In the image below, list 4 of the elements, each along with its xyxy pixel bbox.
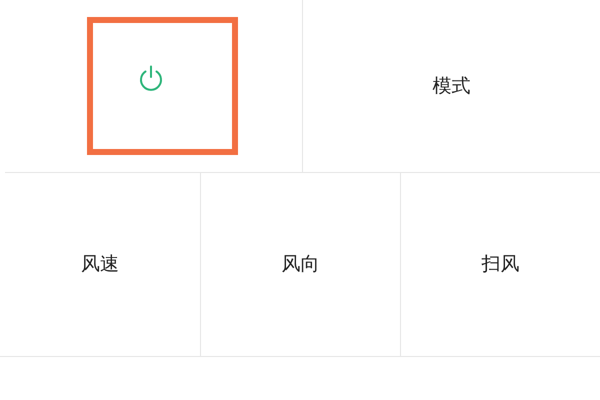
- control-button[interactable]: 扫风: [400, 173, 600, 356]
- mode-button[interactable]: 模式: [302, 0, 600, 172]
- control-button[interactable]: 风向: [200, 173, 400, 356]
- control-button[interactable]: 风速: [0, 173, 200, 356]
